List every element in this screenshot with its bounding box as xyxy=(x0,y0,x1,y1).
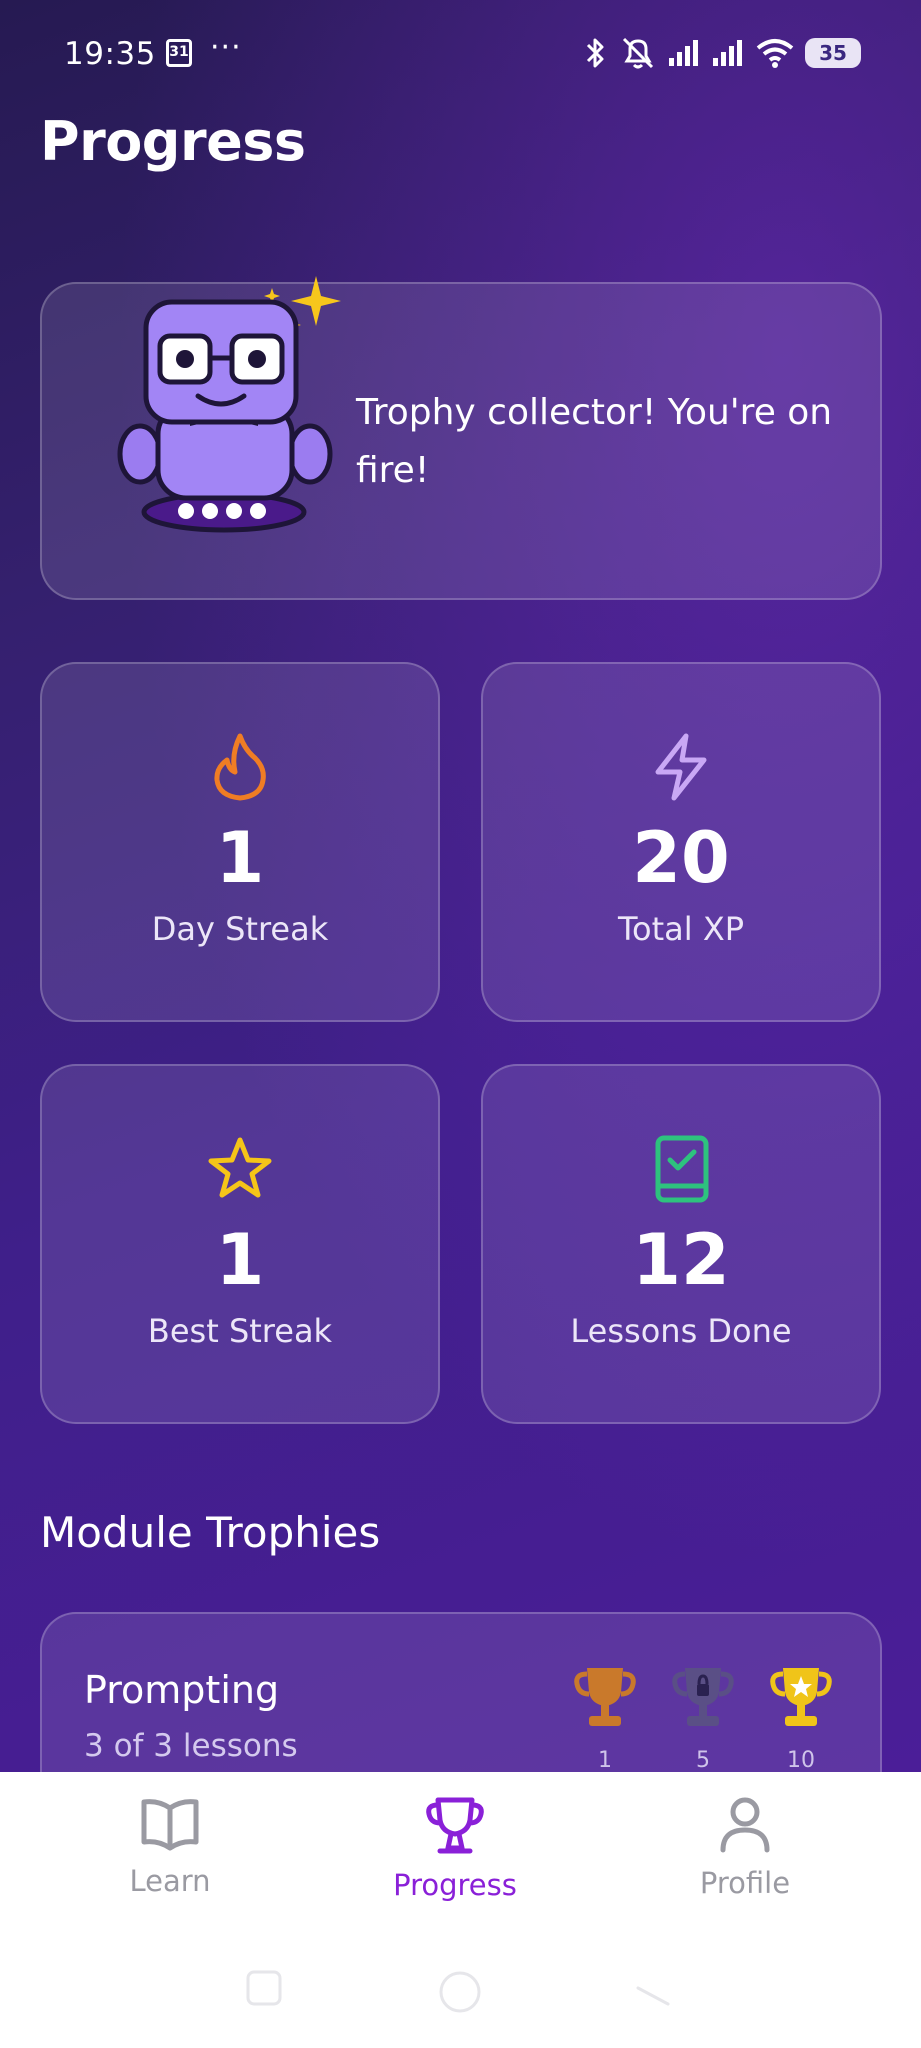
stat-card-lessons-done: 12 Lessons Done xyxy=(481,1064,881,1424)
person-icon xyxy=(720,1797,770,1853)
trophy-silver: 5 xyxy=(668,1664,738,1772)
stat-value: 20 xyxy=(632,817,730,899)
star-icon xyxy=(208,1137,272,1198)
hero-card: Trophy collector! You're on fire! xyxy=(40,276,882,600)
trophy-level: 10 xyxy=(787,1748,815,1772)
trophy-level: 5 xyxy=(696,1748,710,1772)
book-check-icon xyxy=(655,1135,709,1203)
status-time: 19:35 xyxy=(64,36,156,72)
nav-tab-learn[interactable]: Learn xyxy=(70,1796,270,1898)
stat-value: 1 xyxy=(215,817,265,899)
trophy-gold: 10 xyxy=(766,1664,836,1772)
module-card-prompting[interactable]: Prompting 3 of 3 lessons 1 5 10 xyxy=(40,1612,882,1772)
recents-button-icon[interactable] xyxy=(244,1968,284,2008)
mute-icon xyxy=(622,37,654,69)
module-progress: 3 of 3 lessons xyxy=(84,1728,298,1764)
stat-label: Lessons Done xyxy=(570,1312,792,1350)
robot-mascot-icon xyxy=(117,276,341,533)
progress-screen: 19:35 31 ··· 35 Progress Trophy collecto… xyxy=(0,0,921,1772)
stat-label: Day Streak xyxy=(151,910,329,948)
nav-tab-profile[interactable]: Profile xyxy=(645,1796,845,1900)
stat-label: Total XP xyxy=(617,910,745,948)
stat-card-best-streak: 1 Best Streak xyxy=(40,1064,440,1424)
gold-trophy-icon xyxy=(770,1668,832,1726)
wifi-icon xyxy=(756,39,794,68)
bronze-trophy-icon xyxy=(574,1668,636,1726)
stat-value: 12 xyxy=(632,1219,730,1301)
trophy-bronze: 1 xyxy=(570,1664,640,1772)
bottom-nav: Learn Progress Profile xyxy=(0,1772,921,1940)
nav-label: Learn xyxy=(129,1864,211,1898)
nav-label: Progress xyxy=(393,1868,517,1902)
stat-card-day-streak: 1 Day Streak xyxy=(40,662,440,1022)
trophy-icon xyxy=(426,1797,484,1854)
nav-tab-progress[interactable]: Progress xyxy=(355,1796,555,1902)
trophy-level: 1 xyxy=(598,1748,612,1772)
back-button-icon[interactable] xyxy=(632,1968,672,2008)
module-trophies-title: Module Trophies xyxy=(40,1508,381,1557)
calendar-day: 31 xyxy=(169,44,189,60)
status-icons: 35 xyxy=(583,30,861,76)
signal-icon-2 xyxy=(713,40,742,66)
stat-value: 1 xyxy=(215,1219,265,1301)
signal-icon-1 xyxy=(669,40,698,66)
module-name: Prompting xyxy=(84,1668,280,1712)
nav-label: Profile xyxy=(699,1866,791,1900)
flame-icon xyxy=(214,733,266,801)
stat-card-total-xp: 20 Total XP xyxy=(481,662,881,1022)
home-button-icon[interactable] xyxy=(436,1968,484,2016)
status-bar: 19:35 31 ··· 35 xyxy=(0,0,921,110)
book-icon xyxy=(141,1799,199,1851)
more-notifications-icon: ··· xyxy=(210,30,242,65)
locked-trophy-icon xyxy=(672,1668,734,1726)
page-title: Progress xyxy=(40,110,306,173)
calendar-icon: 31 xyxy=(166,39,192,67)
stat-label: Best Streak xyxy=(147,1312,333,1350)
lightning-icon xyxy=(655,733,707,801)
system-nav-bar xyxy=(0,1940,921,2048)
bluetooth-icon xyxy=(586,38,604,68)
battery-indicator: 35 xyxy=(805,38,861,68)
hero-message: Trophy collector! You're on fire! xyxy=(356,392,833,491)
